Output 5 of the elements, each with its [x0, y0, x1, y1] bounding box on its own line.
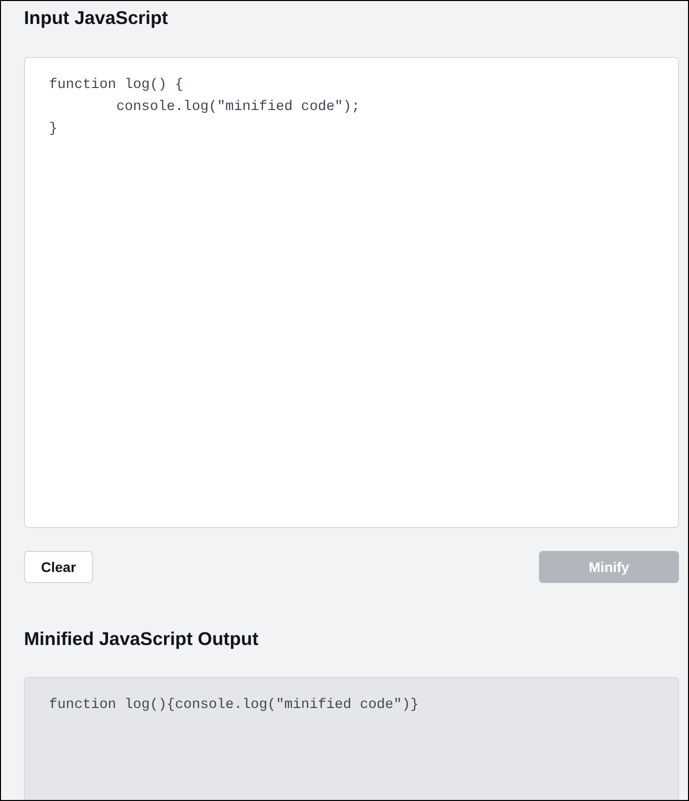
code-output-field[interactable]: function log(){console.log("minified code")} [24, 677, 679, 800]
section-heading: Input JavaScript [24, 6, 168, 30]
code-input-field[interactable]: function log() { console.log("minified code"); } [24, 57, 679, 528]
clear-button[interactable]: Clear [24, 551, 94, 583]
section-heading: Minified JavaScript Output [24, 627, 258, 651]
